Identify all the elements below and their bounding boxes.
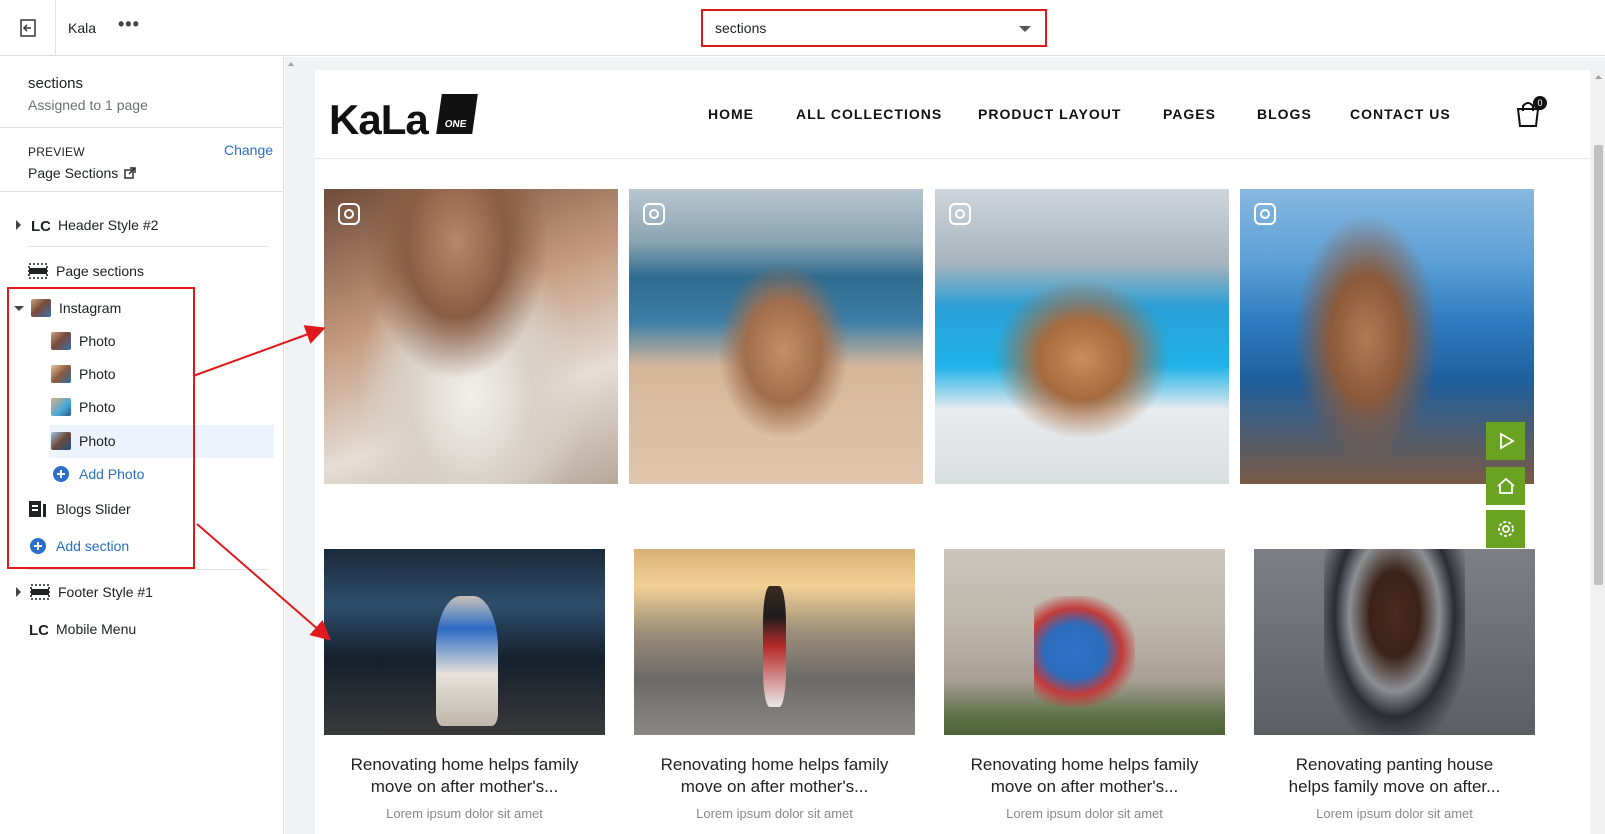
storefront-preview: KaLa ONE HOME ALL COLLECTIONS PRODUCT LA… [315,70,1590,834]
instagram-icon [643,203,665,225]
instagram-icon [949,203,971,225]
nav-product-layout[interactable]: PRODUCT LAYOUT [978,106,1121,122]
blog-image-2[interactable] [634,549,915,735]
scrollbar-thumb[interactable] [1594,145,1603,585]
divider [28,569,268,570]
template-assigned: Assigned to 1 page [28,97,148,113]
blog-title-3[interactable]: Renovating home helps family move on aft… [944,754,1225,798]
divider [0,191,284,192]
svg-text:LC: LC [29,622,48,638]
blog-title-line: Renovating home helps family [970,755,1199,774]
blog-title-line: Renovating home helps family [350,755,579,774]
template-title: sections [28,75,84,92]
lc-logo-icon: LC [28,620,48,638]
section-footer-style[interactable]: Footer Style #1 [16,578,153,606]
chevron-right-icon [16,587,21,597]
store-logo[interactable]: KaLa [329,96,429,144]
blog-title-2[interactable]: Renovating home helps family move on aft… [634,754,915,798]
blog-title-line: move on after mother's... [990,777,1179,796]
logo-badge: ONE [436,94,478,134]
blog-title-line: move on after mother's... [680,777,869,796]
annotation-highlight-box [7,287,195,569]
section-label: Page sections [56,263,144,279]
play-button[interactable] [1486,422,1525,460]
gear-icon [1497,521,1514,537]
blog-excerpt-1: Lorem ipsum dolor sit amet [386,806,543,821]
chevron-down-icon [1019,26,1031,32]
section-label: Mobile Menu [56,621,137,637]
scroll-up-icon [1595,75,1602,79]
section-header-style[interactable]: LC Header Style #2 [16,211,158,239]
svg-text:LC: LC [31,218,50,234]
header-divider [315,158,1590,159]
nav-blogs[interactable]: BLOGS [1257,106,1312,122]
nav-contact-us[interactable]: CONTACT US [1350,106,1451,122]
instagram-photo-2[interactable] [629,189,923,484]
cart-count-badge: 0 [1533,96,1547,110]
section-label: Footer Style #1 [58,584,153,600]
settings-button[interactable] [1486,510,1525,548]
section-label: Header Style #2 [58,217,159,233]
blog-excerpt-4: Lorem ipsum dolor sit amet [1316,806,1473,821]
nav-all-collections[interactable]: ALL COLLECTIONS [796,106,942,122]
play-icon [1499,432,1515,450]
nav-home[interactable]: HOME [708,106,754,122]
blog-title-line: Renovating home helps family [660,755,889,774]
store-name: Kala [68,20,97,36]
preview-page-link[interactable]: Page Sections [28,165,136,181]
home-button[interactable] [1486,467,1525,505]
blog-image-1[interactable] [324,549,605,735]
blog-image-4[interactable] [1254,549,1535,735]
section-mobile-menu[interactable]: LC Mobile Menu [28,615,136,643]
more-actions-button[interactable]: ••• [118,14,140,35]
nav-pages[interactable]: PAGES [1163,106,1216,122]
preview-change-link[interactable]: Change [224,142,273,158]
divider [28,246,268,247]
section-icon [30,583,50,601]
header-layout-icon: LC [30,216,50,234]
blog-title-4[interactable]: Renovating panting house helps family mo… [1254,754,1535,798]
sidebar-scrollbar[interactable] [285,57,297,834]
section-page-sections[interactable]: Page sections [28,257,144,285]
divider [0,127,284,128]
scroll-up-icon [288,62,294,66]
blog-title-line: Renovating panting house [1295,755,1494,774]
template-select[interactable]: sections [701,9,1047,47]
preview-scrollbar[interactable] [1592,70,1605,834]
blog-image-3[interactable] [944,549,1225,735]
top-bar: Kala ••• sections [0,0,1605,56]
blog-title-line: helps family move on after... [1288,777,1501,796]
section-icon [28,262,48,280]
exit-icon [19,19,36,37]
external-link-icon [124,167,136,179]
home-icon [1496,477,1515,494]
chevron-right-icon [16,220,21,230]
instagram-icon [338,203,360,225]
template-select-value: sections [715,20,767,36]
blog-title-1[interactable]: Renovating home helps family move on aft… [324,754,605,798]
blog-excerpt-3: Lorem ipsum dolor sit amet [1006,806,1163,821]
blog-excerpt-2: Lorem ipsum dolor sit amet [696,806,853,821]
preview-label: PREVIEW [28,145,85,159]
instagram-photo-1[interactable] [324,189,618,484]
instagram-photo-3[interactable] [935,189,1229,484]
preview-page-label: Page Sections [28,165,119,181]
instagram-icon [1254,203,1276,225]
exit-button[interactable] [0,0,56,56]
cart-button[interactable]: 0 [1515,96,1547,133]
blog-title-line: move on after mother's... [370,777,559,796]
